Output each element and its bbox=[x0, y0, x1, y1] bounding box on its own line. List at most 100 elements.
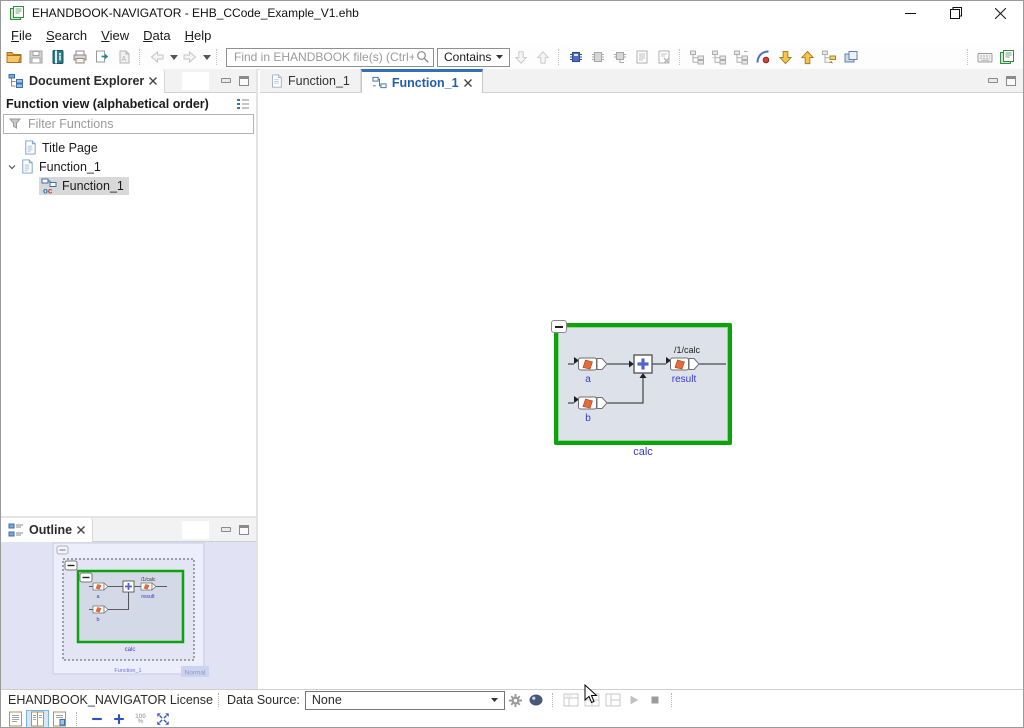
zoom-reset-button[interactable]: 100% bbox=[130, 711, 151, 728]
tab-function-1-diagram[interactable]: Function_1 bbox=[361, 69, 483, 94]
svg-text:/1/calc: /1/calc bbox=[141, 577, 156, 583]
svg-text:Function_1: Function_1 bbox=[114, 668, 141, 674]
calc-function-block[interactable]: a b result /1/calc calc bbox=[554, 323, 732, 445]
document-list-button[interactable] bbox=[631, 46, 653, 68]
open-file-button[interactable] bbox=[3, 46, 25, 68]
menu-help[interactable]: Help bbox=[178, 27, 219, 44]
page-info-view-button[interactable] bbox=[49, 711, 70, 728]
copy-view-button[interactable] bbox=[840, 46, 862, 68]
filter-functions-input[interactable] bbox=[26, 116, 248, 132]
show-module-button[interactable] bbox=[587, 46, 609, 68]
panel-toolbar-blank bbox=[182, 521, 209, 539]
tab-outline[interactable]: Outline bbox=[1, 518, 93, 542]
view-menu-button[interactable] bbox=[235, 96, 251, 112]
handbook-button[interactable] bbox=[47, 46, 69, 68]
back-button[interactable] bbox=[146, 46, 168, 68]
stop-measurement-button[interactable] bbox=[645, 692, 666, 709]
measure-layout-3-button[interactable] bbox=[603, 692, 624, 709]
tree-item-function-child[interactable]: oc Function_1 bbox=[1, 176, 256, 195]
visualization-button[interactable] bbox=[526, 692, 547, 709]
mini-port-result bbox=[141, 583, 156, 590]
gear-icon bbox=[508, 693, 523, 708]
data-source-settings-button[interactable] bbox=[505, 692, 526, 709]
statusbar-separator bbox=[218, 693, 222, 707]
contains-dropdown[interactable]: Contains bbox=[437, 48, 510, 67]
tree-item-label: Function_1 bbox=[62, 179, 124, 193]
function-diagram-icon bbox=[372, 75, 387, 90]
previous-match-button[interactable] bbox=[532, 46, 554, 68]
maximize-panel-button[interactable] bbox=[239, 76, 249, 86]
expand-branch-button[interactable] bbox=[708, 46, 730, 68]
close-icon[interactable] bbox=[77, 526, 85, 534]
export-pdf-button[interactable]: A bbox=[113, 46, 135, 68]
menu-data[interactable]: Data bbox=[136, 27, 177, 44]
toolbar-separator bbox=[967, 49, 971, 65]
minimize-panel-button[interactable] bbox=[221, 78, 231, 83]
page-icon bbox=[23, 140, 37, 155]
collapse-block-button[interactable] bbox=[551, 320, 567, 333]
tree-item-function-parent[interactable]: Function_1 bbox=[1, 157, 256, 176]
tab-document-explorer[interactable]: Document Explorer bbox=[1, 69, 165, 93]
zoom-in-button[interactable] bbox=[108, 711, 129, 728]
filter-icon bbox=[9, 118, 21, 130]
application-window: EHANDBOOK-NAVIGATOR - EHB_CCode_Example_… bbox=[0, 0, 1024, 728]
document-close-icon bbox=[656, 49, 672, 65]
ehandbook-info-button[interactable] bbox=[996, 46, 1018, 68]
close-icon[interactable] bbox=[464, 79, 472, 87]
result-label: result bbox=[672, 374, 697, 385]
window-close-button[interactable] bbox=[978, 1, 1023, 25]
data-source-select[interactable]: None bbox=[305, 691, 505, 710]
play-icon bbox=[627, 693, 641, 707]
collapse-tree-button[interactable] bbox=[730, 46, 752, 68]
data-source-label: Data Source: bbox=[227, 693, 300, 707]
keyboard-shortcuts-button[interactable] bbox=[974, 46, 996, 68]
measure-layout-1-button[interactable] bbox=[561, 692, 582, 709]
yellow-arrow-down-icon bbox=[778, 50, 793, 65]
expand-tree-button[interactable] bbox=[686, 46, 708, 68]
toolbar-separator bbox=[679, 49, 683, 65]
statusbar-separator bbox=[671, 693, 675, 707]
find-field-container bbox=[226, 48, 434, 67]
editor-area: Function_1 Function_1 bbox=[260, 69, 1023, 689]
window-restore-button[interactable] bbox=[933, 1, 978, 25]
back-history-dropdown[interactable] bbox=[168, 46, 179, 68]
fit-to-screen-button[interactable] bbox=[152, 711, 173, 728]
print-button[interactable] bbox=[69, 46, 91, 68]
forward-button[interactable] bbox=[179, 46, 201, 68]
expand-all-button[interactable] bbox=[796, 46, 818, 68]
collapse-all-button[interactable] bbox=[774, 46, 796, 68]
menu-view[interactable]: View bbox=[94, 27, 136, 44]
window-title: EHANDBOOK-NAVIGATOR - EHB_CCode_Example_… bbox=[32, 6, 359, 20]
window-minimize-button[interactable] bbox=[888, 1, 933, 25]
maximize-panel-button[interactable] bbox=[1006, 76, 1016, 86]
maximize-panel-button[interactable] bbox=[239, 525, 249, 535]
view-menu-icon bbox=[235, 96, 251, 112]
calc-block-caption: calc bbox=[558, 446, 728, 458]
zoom-out-button[interactable] bbox=[86, 711, 107, 728]
tree-locate-icon bbox=[821, 49, 837, 65]
tree-item-title-page[interactable]: Title Page bbox=[1, 138, 256, 157]
diagram-canvas[interactable]: a b result /1/calc calc bbox=[260, 93, 1023, 689]
minimize-panel-button[interactable] bbox=[988, 78, 998, 83]
show-function-button[interactable] bbox=[565, 46, 587, 68]
split-page-view-button[interactable] bbox=[27, 711, 48, 728]
close-icon[interactable] bbox=[149, 77, 157, 85]
expand-twisty-icon[interactable] bbox=[4, 162, 20, 172]
locate-in-tree-button[interactable] bbox=[818, 46, 840, 68]
close-document-button[interactable] bbox=[653, 46, 675, 68]
start-measurement-button[interactable] bbox=[624, 692, 645, 709]
tab-function-1-document[interactable]: Function_1 bbox=[260, 69, 361, 93]
menu-file[interactable]: File bbox=[4, 27, 39, 44]
save-button[interactable] bbox=[25, 46, 47, 68]
forward-history-dropdown[interactable] bbox=[201, 46, 212, 68]
link-with-editor-button[interactable] bbox=[752, 46, 774, 68]
find-input[interactable] bbox=[232, 49, 416, 65]
minimize-panel-button[interactable] bbox=[221, 527, 231, 532]
outline-thumbnail-canvas[interactable]: /1/calc a b result calc Function_1 Norma… bbox=[1, 542, 256, 691]
export-button[interactable] bbox=[91, 46, 113, 68]
single-page-view-button[interactable] bbox=[5, 711, 26, 728]
selected-tree-item[interactable]: oc Function_1 bbox=[39, 177, 129, 195]
menu-search[interactable]: Search bbox=[39, 27, 94, 44]
show-submodule-button[interactable] bbox=[609, 46, 631, 68]
next-match-button[interactable] bbox=[510, 46, 532, 68]
